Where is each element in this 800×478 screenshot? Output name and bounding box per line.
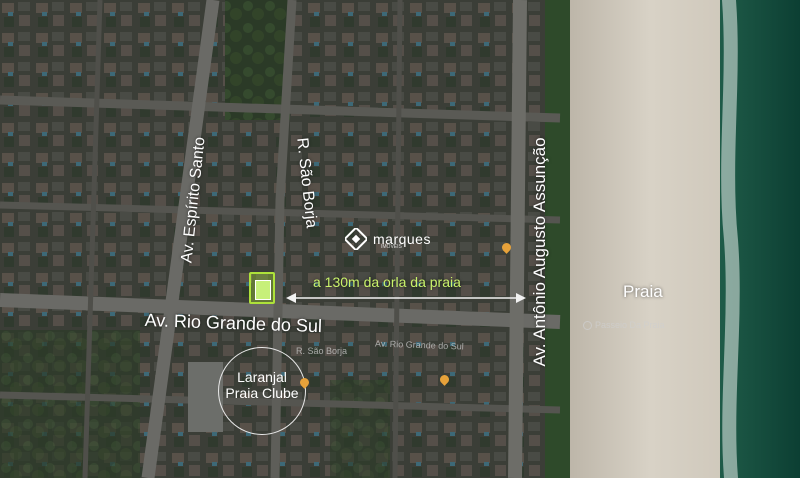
property-marker[interactable] bbox=[249, 272, 275, 304]
map-view[interactable]: a 130m da orla da praia Av. Espírito San… bbox=[0, 0, 800, 478]
base-label-sao-borja: R. São Borja bbox=[296, 346, 348, 356]
club-label-line2: Praia Clube bbox=[225, 385, 299, 401]
poi-passeio-praia: Passeio Da Praia bbox=[583, 320, 665, 331]
brand-logo-icon bbox=[345, 228, 367, 250]
label-praia: Praia bbox=[623, 282, 663, 301]
distance-arrow bbox=[286, 293, 526, 303]
brand-tagline: IMÓVEIS bbox=[381, 244, 402, 250]
property-marker-fill bbox=[255, 280, 271, 300]
brand-logo: marques IMÓVEIS bbox=[345, 228, 431, 250]
distance-callout: a 130m da orla da praia bbox=[313, 274, 461, 290]
poi-pin-icon bbox=[583, 321, 592, 331]
label-av-antonio-augusto: Av. Antônio Augusto Assunção bbox=[530, 137, 549, 367]
club-circle: Laranjal Praia Clube bbox=[218, 347, 306, 435]
club-label-line1: Laranjal bbox=[237, 369, 287, 385]
